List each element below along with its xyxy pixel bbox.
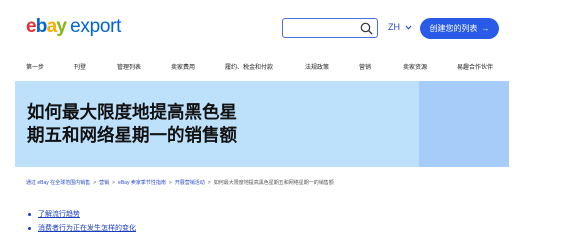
breadcrumb-sell-globally[interactable]: 通过 eBay 在全球范围内销售 bbox=[26, 180, 90, 186]
toc-item: 了解流行趋势 bbox=[28, 208, 136, 222]
breadcrumb-separator: > bbox=[112, 180, 116, 186]
create-listing-button[interactable]: 创建您的列表 → bbox=[420, 18, 499, 39]
nav-item-manage-listings[interactable]: 管理列表 bbox=[117, 62, 141, 71]
logo-letter-y: y bbox=[56, 16, 67, 37]
nav-item-seller-resources[interactable]: 卖家资源 bbox=[403, 62, 427, 71]
hero-accent-block bbox=[419, 81, 509, 167]
nav-item-fulfillment-tax-payments[interactable]: 履约、税金和付款 bbox=[225, 62, 273, 71]
chevron-down-icon bbox=[405, 25, 411, 30]
breadcrumb-separator: > bbox=[168, 180, 172, 186]
breadcrumb-campaigns[interactable]: 开展营销活动 bbox=[175, 180, 205, 186]
ebay-wordmark: ebay bbox=[26, 16, 67, 37]
table-of-contents: 了解流行趋势 消费者行为正在发生怎样的变化 bbox=[28, 208, 136, 236]
arrow-right-icon: → bbox=[481, 24, 490, 33]
nav-item-marketing[interactable]: 营销 bbox=[359, 62, 371, 71]
nav-item-getting-started[interactable]: 第一步 bbox=[26, 62, 44, 71]
toc-item: 消费者行为正在发生怎样的变化 bbox=[28, 222, 136, 236]
hero-banner: 如何最大限度地提高黑色星 期五和网络星期一的销售额 bbox=[15, 81, 509, 167]
search-input[interactable] bbox=[286, 21, 360, 37]
page-title: 如何最大限度地提高黑色星 期五和网络星期一的销售额 bbox=[27, 101, 287, 147]
language-selector[interactable]: ZH bbox=[388, 22, 412, 32]
nav-item-seller-fees[interactable]: 卖家费用 bbox=[171, 62, 195, 71]
logo-export-text: export bbox=[70, 16, 122, 37]
logo-letter-e: e bbox=[26, 16, 37, 37]
nav-item-partners[interactable]: 易趣合作伙伴 bbox=[457, 62, 493, 71]
search-box[interactable] bbox=[282, 18, 378, 38]
breadcrumb-separator: > bbox=[93, 180, 97, 186]
breadcrumb-seasonal-guide[interactable]: eBay 卖家季节性指南 bbox=[118, 180, 166, 186]
logo-letter-a: a bbox=[46, 16, 58, 37]
nav-item-listing[interactable]: 刊登 bbox=[74, 62, 86, 71]
main-nav: 第一步 刊登 管理列表 卖家费用 履约、税金和付款 法规政策 营销 卖家资源 易… bbox=[0, 62, 562, 74]
create-listing-label: 创建您的列表 bbox=[429, 24, 478, 33]
breadcrumb-current: 如何最大限度地提高黑色星期五和网络星期一的销售额 bbox=[213, 180, 334, 186]
search-icon[interactable] bbox=[360, 22, 373, 35]
ebay-export-logo[interactable]: ebay export bbox=[26, 16, 121, 38]
toc-link-trends[interactable]: 了解流行趋势 bbox=[38, 211, 80, 218]
page-title-line-2: 期五和网络星期一的销售额 bbox=[27, 125, 237, 145]
bullet-icon bbox=[28, 213, 31, 216]
breadcrumb: 通过 eBay 在全球范围内销售 > 营销 > eBay 卖家季节性指南 > 开展营销活动 >… bbox=[26, 179, 334, 186]
nav-item-policies[interactable]: 法规政策 bbox=[305, 62, 329, 71]
toc-link-consumer-behavior[interactable]: 消费者行为正在发生怎样的变化 bbox=[38, 225, 136, 232]
bullet-icon bbox=[28, 227, 31, 230]
breadcrumb-separator: > bbox=[207, 180, 211, 186]
page-title-line-1: 如何最大限度地提高黑色星 bbox=[27, 102, 237, 122]
logo-letter-b: b bbox=[35, 16, 48, 37]
language-label: ZH bbox=[388, 22, 400, 32]
breadcrumb-marketing[interactable]: 营销 bbox=[99, 180, 109, 186]
